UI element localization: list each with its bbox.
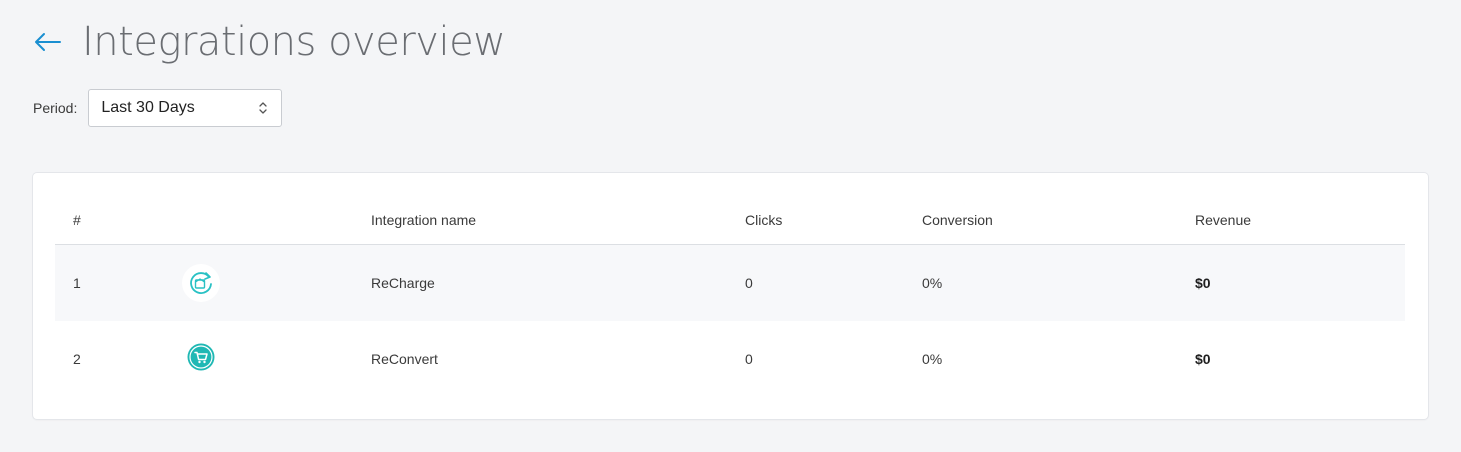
table-row: 1 ReCharge 0 0% $0 bbox=[55, 245, 1405, 321]
row-clicks: 0 bbox=[745, 351, 753, 367]
row-number: 2 bbox=[73, 351, 81, 367]
select-updown-icon bbox=[259, 102, 268, 114]
page-title: Integrations overview bbox=[82, 19, 506, 65]
period-filter: Period: Last 30 Days bbox=[33, 88, 283, 128]
period-select-value: Last 30 Days bbox=[101, 99, 195, 116]
row-revenue: $0 bbox=[1195, 275, 1211, 291]
header-revenue: Revenue bbox=[1195, 212, 1252, 228]
row-conversion: 0% bbox=[922, 351, 943, 367]
row-clicks: 0 bbox=[745, 275, 753, 291]
integrations-card: # Integration name Clicks Conversion Rev… bbox=[33, 173, 1428, 419]
recharge-logo-icon bbox=[181, 263, 221, 303]
header-clicks: Clicks bbox=[745, 212, 783, 228]
row-logo-cell bbox=[181, 321, 221, 397]
period-select[interactable]: Last 30 Days bbox=[88, 89, 283, 127]
page-header: Integrations overview bbox=[32, 18, 506, 66]
reconvert-logo-icon bbox=[181, 339, 221, 379]
row-number: 1 bbox=[73, 275, 81, 291]
back-arrow-icon[interactable] bbox=[32, 30, 62, 54]
period-label: Period: bbox=[33, 100, 78, 116]
header-number: # bbox=[73, 212, 81, 228]
table-row: 2 ReConvert 0 0% $0 bbox=[55, 321, 1405, 397]
header-integration-name: Integration name bbox=[371, 212, 477, 228]
header-conversion: Conversion bbox=[922, 212, 993, 228]
row-conversion: 0% bbox=[922, 275, 943, 291]
row-integration-name: ReConvert bbox=[371, 351, 438, 367]
row-revenue: $0 bbox=[1195, 351, 1211, 367]
row-integration-name: ReCharge bbox=[371, 275, 435, 291]
table-header: # Integration name Clicks Conversion Rev… bbox=[55, 200, 1405, 245]
integrations-table: # Integration name Clicks Conversion Rev… bbox=[55, 200, 1405, 397]
row-logo-cell bbox=[181, 245, 221, 321]
